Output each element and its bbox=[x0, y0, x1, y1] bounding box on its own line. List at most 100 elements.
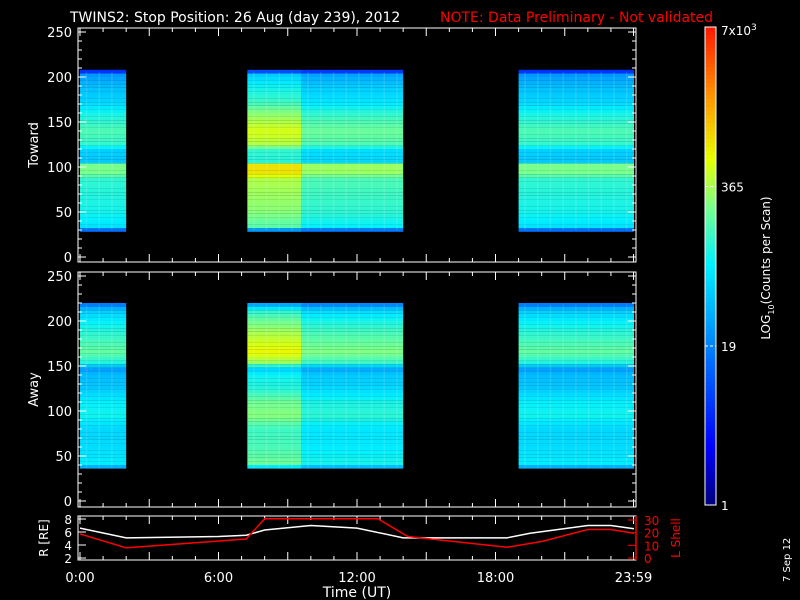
heatmap-cell bbox=[301, 335, 404, 339]
heatmap-cell bbox=[247, 303, 302, 307]
heatmap-cell bbox=[247, 156, 302, 160]
heatmap-streak bbox=[358, 304, 360, 469]
heatmap-cell bbox=[247, 418, 302, 422]
heatmap-cell bbox=[301, 141, 404, 146]
heatmap-cell bbox=[247, 450, 302, 455]
heatmap-cell bbox=[301, 102, 404, 106]
colorbar-swatch bbox=[705, 118, 716, 124]
colorbar-swatch bbox=[705, 262, 716, 267]
heatmap-cell bbox=[247, 414, 302, 419]
heatmap-cell bbox=[301, 199, 404, 203]
heatmap-cell bbox=[301, 432, 404, 437]
colorbar-swatch bbox=[705, 473, 716, 478]
colorbar-swatch bbox=[705, 365, 716, 371]
colorbar-swatch bbox=[705, 397, 716, 402]
colorbar-label-main: LOG bbox=[759, 315, 773, 340]
heatmap-cell bbox=[247, 342, 302, 347]
heatmap-cell bbox=[247, 389, 302, 393]
colorbar-swatch bbox=[705, 50, 716, 56]
heatmap-cell bbox=[247, 123, 302, 128]
heatmap-cell bbox=[301, 210, 404, 214]
heatmap-cell bbox=[301, 138, 404, 142]
x-tick-label: 0:00 bbox=[65, 571, 94, 586]
colorbar-swatch bbox=[705, 369, 716, 375]
heatmap-cell bbox=[247, 217, 302, 221]
heatmap-cell bbox=[301, 328, 404, 332]
colorbar-swatch bbox=[705, 54, 716, 60]
heatmap-cell bbox=[247, 98, 302, 103]
heatmap-cell bbox=[247, 364, 302, 368]
heatmap-streak bbox=[524, 71, 526, 230]
heatmap-cell bbox=[247, 91, 302, 95]
heatmap-cell bbox=[301, 98, 404, 103]
heatmap-streak bbox=[332, 304, 335, 469]
colorbar-swatch bbox=[705, 234, 716, 239]
heatmap-cell bbox=[301, 443, 404, 447]
heatmap-cell bbox=[301, 324, 404, 329]
heatmap-cell bbox=[301, 77, 404, 81]
colorbar-label-sub: 10 bbox=[767, 304, 776, 314]
panel-label: Away bbox=[27, 372, 42, 407]
heatmap-cell bbox=[301, 461, 404, 465]
heatmap-cell bbox=[247, 80, 302, 85]
colorbar-swatch bbox=[705, 30, 716, 36]
heatmap-cell bbox=[247, 210, 302, 214]
heatmap-cell bbox=[301, 439, 404, 444]
heatmap-streak bbox=[549, 71, 552, 230]
colorbar-swatch bbox=[705, 357, 716, 363]
heatmap-cell bbox=[301, 149, 404, 153]
colorbar-swatch bbox=[705, 337, 716, 343]
heatmap-streak bbox=[383, 304, 386, 469]
heatmap-streak bbox=[575, 304, 577, 469]
heatmap-cell bbox=[301, 418, 404, 422]
lshell-tick-label: 0 bbox=[644, 552, 652, 566]
colorbar-swatch bbox=[705, 301, 716, 307]
y-tick-label: 250 bbox=[47, 270, 72, 285]
heatmap-cell bbox=[247, 170, 302, 175]
colorbar-swatch bbox=[705, 417, 716, 422]
colorbar-swatch bbox=[705, 94, 716, 100]
colorbar-swatch bbox=[705, 210, 716, 215]
heatmap-cell bbox=[301, 213, 404, 218]
heatmap-cell bbox=[301, 382, 404, 386]
heatmap-streak bbox=[587, 71, 590, 230]
heatmap-cell bbox=[247, 105, 302, 110]
heatmap-cell bbox=[301, 203, 404, 207]
colorbar-swatch bbox=[705, 186, 716, 191]
heatmap-streak bbox=[613, 304, 615, 469]
colorbar-swatch bbox=[705, 250, 716, 255]
colorbar-swatch bbox=[705, 46, 716, 52]
colorbar-swatch bbox=[705, 158, 716, 163]
y-tick-label: 200 bbox=[47, 71, 72, 86]
colorbar-swatch bbox=[705, 90, 716, 96]
x-tick-label: 18:00 bbox=[477, 571, 514, 586]
colorbar-swatch bbox=[705, 174, 716, 179]
colorbar-swatch bbox=[705, 373, 716, 379]
heatmap-cell bbox=[301, 188, 404, 193]
colorbar-swatch bbox=[705, 242, 716, 247]
heatmap-cell bbox=[247, 116, 302, 121]
heatmap-cell bbox=[247, 411, 302, 415]
heatmap-cell bbox=[301, 346, 404, 350]
heatmap-cell bbox=[247, 87, 302, 92]
heatmap-cell bbox=[247, 382, 302, 386]
heatmap-cell bbox=[301, 123, 404, 128]
heatmap-cell bbox=[247, 206, 302, 211]
heatmap-cell bbox=[301, 411, 404, 415]
heatmap-streak bbox=[562, 304, 564, 469]
heatmap-cell bbox=[247, 159, 302, 164]
colorbar-label-rest: (Counts per Scan) bbox=[759, 196, 773, 304]
heatmap-cell bbox=[301, 403, 404, 408]
heatmap-cell bbox=[247, 95, 302, 99]
colorbar-swatch bbox=[705, 214, 716, 219]
heatmap-cell bbox=[301, 120, 404, 124]
colorbar-swatch bbox=[705, 138, 716, 144]
heatmap-cell bbox=[301, 224, 404, 229]
heatmap-cell bbox=[301, 134, 404, 139]
colorbar-tick-exponent: 3 bbox=[751, 23, 757, 33]
y-tick-label: 200 bbox=[47, 315, 72, 330]
heatmap-cell bbox=[301, 127, 404, 131]
y-tick-label: 150 bbox=[47, 116, 72, 131]
heatmap-cell bbox=[301, 156, 404, 160]
heatmap-cell bbox=[247, 465, 302, 469]
